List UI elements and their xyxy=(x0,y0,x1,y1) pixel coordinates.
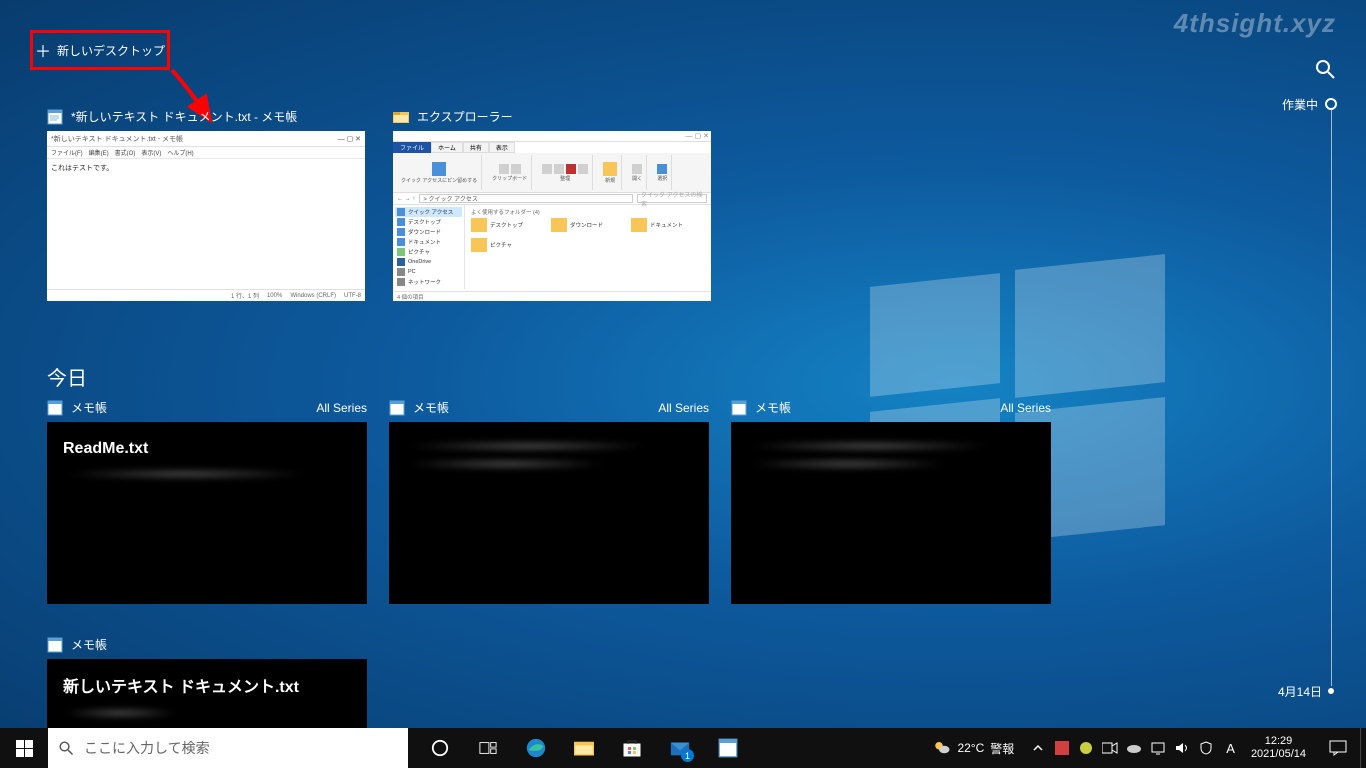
weather-icon xyxy=(933,739,951,757)
show-desktop-button[interactable] xyxy=(1360,728,1366,768)
volume-icon[interactable] xyxy=(1174,740,1190,756)
activity-card[interactable]: メモ帳 All Series ReadMe.txt xyxy=(47,399,367,604)
notepad-icon xyxy=(389,400,405,416)
window-thumb-title: エクスプローラー xyxy=(417,108,513,125)
notepad-icon xyxy=(47,400,63,416)
clock-time: 12:29 xyxy=(1251,735,1306,748)
action-center-button[interactable] xyxy=(1316,740,1360,756)
exp-statusbar: 4 個の項目 xyxy=(393,291,711,301)
activity-series: All Series xyxy=(1000,401,1051,415)
window-thumb-explorer[interactable]: エクスプローラー —▢✕ ファイル ホーム 共有 表示 クイック アクセスにピン… xyxy=(393,108,711,301)
timeline-rail[interactable]: 作業中 4月14日 xyxy=(1276,58,1336,708)
redacted-text xyxy=(747,440,992,452)
activity-app: メモ帳 xyxy=(413,399,449,416)
mail-button[interactable]: 1 xyxy=(656,728,704,768)
activity-app: メモ帳 xyxy=(71,399,107,416)
weather-button[interactable]: 22°C 警報 xyxy=(923,739,1024,757)
notepad-icon xyxy=(47,637,63,653)
timeline-date-marker[interactable] xyxy=(1328,688,1334,694)
timeline-now-label: 作業中 xyxy=(1282,96,1318,113)
network-icon[interactable] xyxy=(1150,740,1166,756)
exp-tabs: ファイル ホーム 共有 表示 xyxy=(393,142,711,153)
redacted-text xyxy=(747,458,949,470)
tray-app-icon[interactable] xyxy=(1078,740,1094,756)
activity-file: 新しいテキスト ドキュメント.txt xyxy=(63,673,351,697)
activity-series: All Series xyxy=(316,401,367,415)
activity-file: ReadMe.txt xyxy=(63,440,351,458)
timeline-search-icon[interactable] xyxy=(1314,58,1336,80)
search-icon xyxy=(58,740,74,756)
store-button[interactable] xyxy=(608,728,656,768)
exp-titlebar: —▢✕ xyxy=(393,131,711,142)
search-placeholder: ここに入力して検索 xyxy=(84,738,210,758)
notepad-taskbar-button[interactable] xyxy=(704,728,752,768)
weather-text: 警報 xyxy=(990,740,1014,757)
activity-series: All Series xyxy=(658,401,709,415)
np-inner-title: *新しいテキスト ドキュメント.txt - メモ帳 xyxy=(51,134,183,144)
tray-chevron-icon[interactable] xyxy=(1030,740,1046,756)
taskbar: ここに入力して検索 1 22°C 警報 A xyxy=(0,728,1366,768)
exp-content: よく使用するフォルダー (4) デスクトップ ダウンロード ドキュメント ピクチ… xyxy=(465,205,711,289)
edge-button[interactable] xyxy=(512,728,560,768)
timeline-date-label: 4月14日 xyxy=(1278,683,1322,700)
window-thumb-notepad[interactable]: *新しいテキスト ドキュメント.txt - メモ帳 *新しいテキスト ドキュメン… xyxy=(47,108,365,301)
activity-card[interactable]: メモ帳 All Series xyxy=(389,399,709,604)
ime-indicator[interactable]: A xyxy=(1220,741,1241,756)
exp-addressbar: ← → ↑ > クイック アクセス クイック アクセスの検索 xyxy=(393,193,711,205)
np-statusbar: 1 行、1 列100%Windows (CRLF)UTF-8 xyxy=(47,289,365,301)
timeline-now-marker[interactable] xyxy=(1325,98,1337,110)
search-box[interactable]: ここに入力して検索 xyxy=(48,728,408,768)
security-icon[interactable] xyxy=(1198,740,1214,756)
redacted-text xyxy=(405,458,607,470)
watermark-text: 4thsight.xyz xyxy=(1174,8,1336,39)
explorer-button[interactable] xyxy=(560,728,608,768)
new-desktop-label: 新しいデスクトップ xyxy=(57,42,165,59)
notepad-icon xyxy=(731,400,747,416)
timeline-line xyxy=(1331,110,1332,686)
system-tray xyxy=(1024,740,1220,756)
clock-date: 2021/05/14 xyxy=(1251,748,1306,761)
activity-app: メモ帳 xyxy=(71,636,107,653)
today-heading: 今日 xyxy=(47,362,87,391)
activity-card[interactable]: メモ帳 新しいテキスト ドキュメント.txt xyxy=(47,636,367,733)
meet-now-icon[interactable] xyxy=(1102,740,1118,756)
activity-card[interactable]: メモ帳 All Series xyxy=(731,399,1051,604)
redacted-text xyxy=(405,440,650,452)
start-button[interactable] xyxy=(0,728,48,768)
np-menu: ファイル(F)編集(E)書式(O)表示(V)ヘルプ(H) xyxy=(47,147,365,159)
cortana-button[interactable] xyxy=(416,728,464,768)
np-win-controls: — ▢ ✕ xyxy=(338,135,361,143)
notepad-icon xyxy=(47,109,63,125)
window-thumb-title: *新しいテキスト ドキュメント.txt - メモ帳 xyxy=(71,108,297,125)
np-content: これはテストです。 xyxy=(47,159,365,177)
clock[interactable]: 12:29 2021/05/14 xyxy=(1241,735,1316,761)
tray-app-icon[interactable] xyxy=(1054,740,1070,756)
weather-temp: 22°C xyxy=(957,741,984,755)
task-view-button[interactable] xyxy=(464,728,512,768)
onedrive-icon[interactable] xyxy=(1126,740,1142,756)
exp-nav: クイック アクセス デスクトップ ダウンロード ドキュメント ピクチャ OneD… xyxy=(393,205,465,289)
redacted-text xyxy=(63,707,178,719)
mail-badge: 1 xyxy=(681,749,694,762)
plus-icon: ＋ xyxy=(35,38,51,62)
activity-app: メモ帳 xyxy=(755,399,791,416)
new-desktop-button[interactable]: ＋ 新しいデスクトップ xyxy=(30,30,170,70)
redacted-text xyxy=(63,468,308,480)
exp-ribbon: クイック アクセスにピン留めする クリップボード 整理 新規 開く 選択 xyxy=(393,153,711,193)
explorer-icon xyxy=(393,109,409,125)
